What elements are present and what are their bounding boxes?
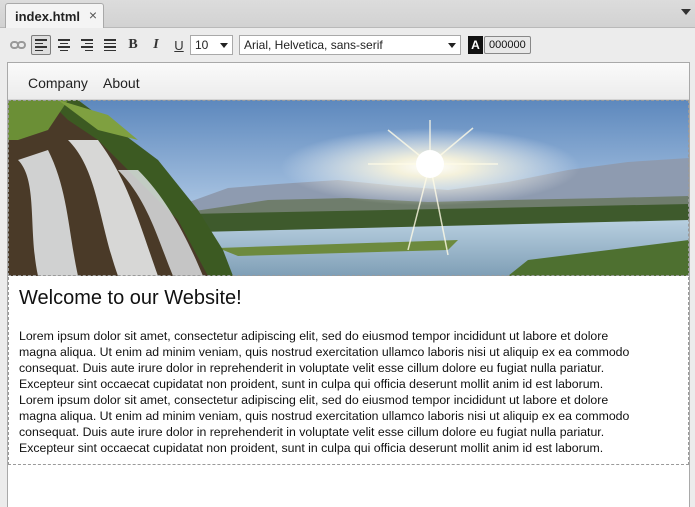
- italic-button[interactable]: I: [146, 35, 166, 55]
- content-section[interactable]: Welcome to our Website! Lorem ipsum dolo…: [8, 277, 689, 465]
- paragraph-line: Excepteur sint occaecat cupidatat non pr…: [19, 441, 604, 455]
- font-family-select[interactable]: Arial, Helvetica, sans-serif: [239, 35, 461, 55]
- link-icon[interactable]: [8, 35, 28, 55]
- text-color-picker[interactable]: A 000000: [468, 35, 531, 55]
- bold-button[interactable]: B: [123, 35, 143, 55]
- editor-canvas[interactable]: Company About Welcome to our Website! Lo…: [7, 62, 690, 507]
- text-color-value[interactable]: 000000: [484, 36, 531, 54]
- text-color-swatch[interactable]: A: [468, 36, 483, 54]
- paragraph-line: Lorem ipsum dolor sit amet, consectetur …: [19, 393, 609, 407]
- nav-link-about[interactable]: About: [103, 75, 140, 91]
- align-right-icon: [81, 39, 93, 51]
- hero-picture: [8, 100, 689, 276]
- paragraph-line: magna aliqua. Ut enim ad minim veniam, q…: [19, 409, 630, 423]
- align-left-button[interactable]: [31, 35, 51, 55]
- tab-bar: index.html ×: [0, 0, 695, 28]
- paragraph-line: consequat. Duis aute irure dolor in repr…: [19, 361, 605, 375]
- tab-list-dropdown-icon[interactable]: [681, 9, 691, 15]
- font-size-value: 10: [195, 38, 209, 52]
- align-justify-icon: [104, 39, 116, 51]
- underline-button[interactable]: U: [169, 35, 189, 55]
- nav-link-company[interactable]: Company: [28, 75, 88, 91]
- tab-index-html[interactable]: index.html ×: [5, 3, 104, 28]
- paragraph-line: consequat. Duis aute irure dolor in repr…: [19, 425, 605, 439]
- paragraph-line: magna aliqua. Ut enim ad minim veniam, q…: [19, 345, 630, 359]
- close-icon[interactable]: ×: [89, 7, 97, 23]
- chevron-down-icon: [220, 43, 228, 48]
- font-size-select[interactable]: 10: [190, 35, 233, 55]
- paragraph-line: Lorem ipsum dolor sit amet, consectetur …: [19, 329, 609, 343]
- align-justify-button[interactable]: [100, 35, 120, 55]
- page-heading: Welcome to our Website!: [19, 287, 242, 309]
- body-paragraph: Lorem ipsum dolor sit amet, consectetur …: [19, 328, 679, 456]
- font-family-value: Arial, Helvetica, sans-serif: [244, 38, 383, 52]
- align-right-button[interactable]: [77, 35, 97, 55]
- align-left-icon: [35, 39, 47, 51]
- chevron-down-icon: [448, 43, 456, 48]
- paragraph-line: Excepteur sint occaecat cupidatat non pr…: [19, 377, 604, 391]
- tab-title: index.html: [15, 9, 81, 24]
- hero-image[interactable]: [8, 100, 689, 276]
- align-center-icon: [58, 39, 70, 51]
- align-center-button[interactable]: [54, 35, 74, 55]
- formatting-toolbar: B I U 10 Arial, Helvetica, sans-serif A …: [0, 28, 695, 60]
- site-navbar: Company About: [8, 63, 689, 100]
